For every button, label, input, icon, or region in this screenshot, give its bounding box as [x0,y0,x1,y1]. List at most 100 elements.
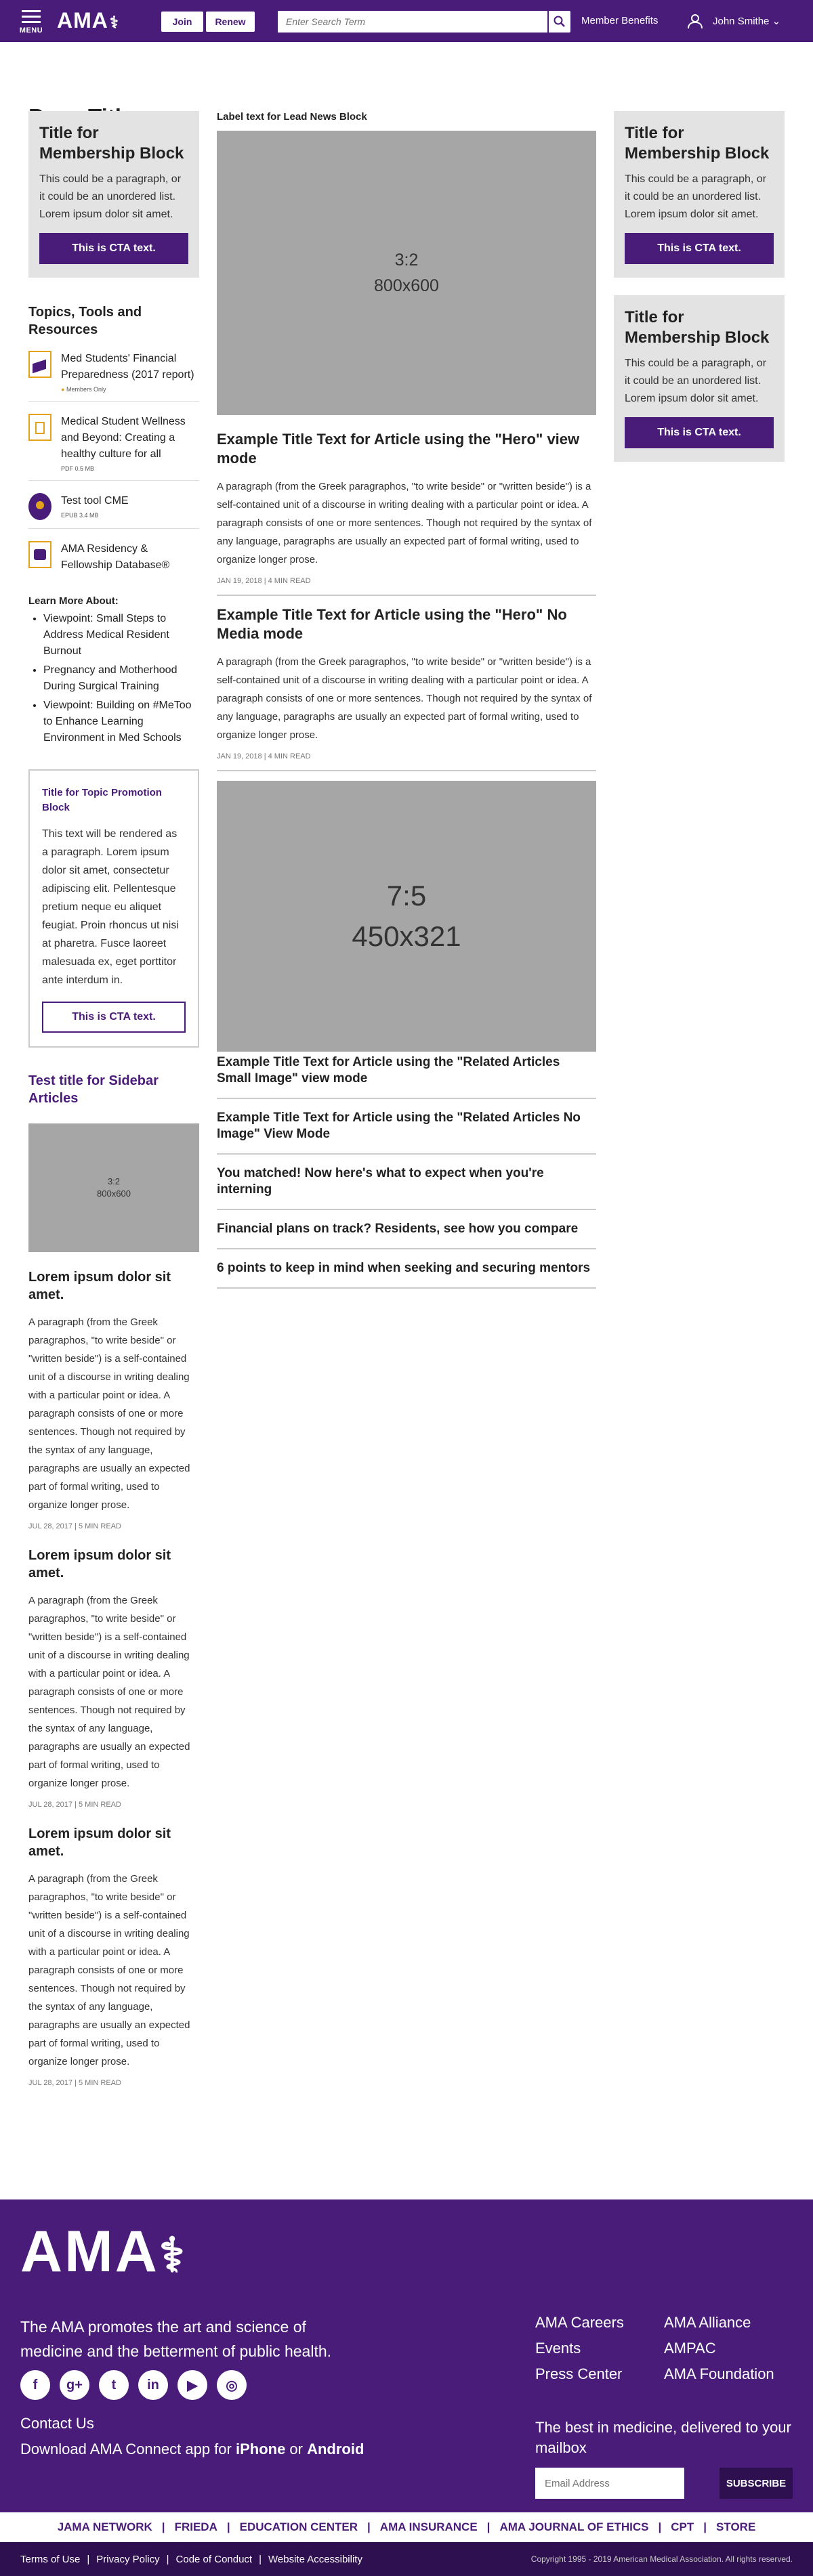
membership-title: Title for Membership Block [625,308,770,347]
related-article[interactable]: Example Title Text for Article using the… [217,1052,596,1099]
brand-link[interactable]: AMA JOURNAL OF ETHICS [499,2520,648,2534]
footer-link[interactable]: Press Center [535,2365,664,2384]
top-navigation-bar: MENU AMA⚕ Join Renew Member Benefits Joh… [0,0,813,42]
contact-us-link[interactable]: Contact Us [20,2415,94,2432]
sidebar-article-title[interactable]: Lorem ipsum dolor sit amet. [28,1825,199,1860]
user-name: John Smithe [713,16,770,27]
menu-button[interactable]: MENU [19,7,43,35]
user-icon[interactable] [687,13,703,29]
cme-badge-icon [28,493,51,520]
search-input[interactable] [278,11,547,33]
tool-title: Med Students' Financial Preparedness (20… [61,353,194,381]
google-plus-icon[interactable]: g+ [60,2370,89,2400]
tool-item[interactable]: Med Students' Financial Preparedness (20… [28,351,199,402]
main-column: Label text for Lead News Block 3:2 800x6… [217,111,596,1289]
footer-link[interactable]: Events [535,2339,664,2358]
copyright-text: Copyright 1995 - 2019 American Medical A… [530,2554,793,2564]
youtube-icon[interactable]: ▶ [178,2370,207,2400]
legal-link[interactable]: Terms of Use [20,2554,80,2565]
image-size: 800x600 [374,276,439,295]
hero-article-date: JAN 19, 2018 | 4 MIN READ [217,577,311,585]
hero-article: Example Title Text for Article using the… [217,430,596,585]
related-image-placeholder[interactable]: 7:5 450x321 [217,781,596,1052]
separator: | [658,2520,662,2533]
brand-link[interactable]: JAMA NETWORK [58,2520,152,2534]
hero-image-placeholder[interactable]: 3:2 800x600 [217,131,596,415]
twitter-icon[interactable]: t [99,2370,129,2400]
iphone-link[interactable]: iPhone [236,2441,285,2457]
tool-meta: EPUB 3.4 MB [61,512,99,519]
footer-logo[interactable]: AMA⚕ [20,2218,187,2285]
sidebar-article-title[interactable]: Lorem ipsum dolor sit amet. [28,1547,199,1582]
download-or: or [285,2441,308,2457]
member-benefits-link[interactable]: Member Benefits [581,15,658,26]
sidebar-article-title[interactable]: Lorem ipsum dolor sit amet. [28,1268,199,1304]
subscribe-button[interactable]: SUBSCRIBE [720,2468,793,2499]
related-article[interactable]: Financial plans on track? Residents, see… [217,1210,596,1249]
user-name-link[interactable]: John Smithe ⌄ [713,15,780,27]
footer-link[interactable]: AMA Careers [535,2313,664,2332]
join-button[interactable]: Join [161,12,203,32]
hero-article-text: A paragraph (from the Greek paragraphos,… [217,481,592,565]
search-bar [278,11,570,33]
tool-item[interactable]: Test tool CME EPUB 3.4 MB [28,493,199,529]
sidebar-image-placeholder[interactable]: 3:2 800x600 [28,1123,199,1252]
separator: | [486,2520,491,2533]
brand-link[interactable]: FRIEDA [175,2520,217,2534]
social-links: f g+ t in ▶ ◎ [20,2370,247,2400]
tool-meta: ● Members Only [61,386,199,393]
tool-item[interactable]: AMA Residency & Fellowship Database® [28,541,199,582]
tool-title: Test tool CME [61,495,129,507]
related-article[interactable]: Example Title Text for Article using the… [217,1099,596,1155]
caduceus-icon: ⚕ [109,14,119,32]
caduceus-icon: ⚕ [159,2229,187,2281]
related-article[interactable]: You matched! Now here's what to expect w… [217,1155,596,1210]
topic-promotion-block: Title for Topic Promotion Block This tex… [28,769,199,1048]
brand-link[interactable]: STORE [716,2520,755,2534]
ama-logo[interactable]: AMA⚕ [57,8,119,33]
footer-link[interactable]: AMA Foundation [664,2365,793,2384]
tool-item[interactable]: Medical Student Wellness and Beyond: Cre… [28,414,199,481]
linkedin-icon[interactable]: in [138,2370,168,2400]
android-link[interactable]: Android [307,2441,364,2457]
members-only-icon [28,351,51,378]
hero-article-date: JAN 19, 2018 | 4 MIN READ [217,752,311,760]
learn-more-link[interactable]: Viewpoint: Small Steps to Address Medica… [43,611,199,660]
search-button[interactable] [547,11,570,33]
brand-links-bar: JAMA NETWORK | FRIEDA | EDUCATION CENTER | … [0,2512,813,2542]
legal-link[interactable]: Privacy Policy [96,2554,159,2565]
brand-link[interactable]: EDUCATION CENTER [240,2520,358,2534]
divider [217,595,596,596]
newsletter-email-input[interactable] [535,2468,684,2499]
lock-icon: ● [61,386,65,393]
promo-title: Title for Topic Promotion Block [42,787,162,813]
sidebar-articles-title: Test title for Sidebar Articles [28,1073,159,1106]
membership-cta-button[interactable]: This is CTA text. [625,417,774,448]
brand-link[interactable]: AMA INSURANCE [380,2520,478,2534]
membership-cta-button[interactable]: This is CTA text. [39,233,188,264]
membership-block: Title for Membership Block This could be… [28,111,199,278]
membership-title: Title for Membership Block [625,124,770,163]
related-article-title: Example Title Text for Article using the… [217,1055,560,1086]
image-ratio: 3:2 [394,251,419,270]
instagram-icon[interactable]: ◎ [217,2370,247,2400]
facebook-icon[interactable]: f [20,2370,50,2400]
learn-more-link[interactable]: Viewpoint: Building on #MeToo to Enhance… [43,697,199,746]
related-article-title: 6 points to keep in mind when seeking an… [217,1261,591,1275]
hero-article-text: A paragraph (from the Greek paragraphos,… [217,656,592,741]
learn-more-link[interactable]: Pregnancy and Motherhood During Surgical… [43,662,199,695]
tool-meta-text: Members Only [66,386,106,393]
legal-link[interactable]: Website Accessibility [268,2554,362,2565]
brand-link[interactable]: CPT [671,2520,694,2534]
promo-cta-button[interactable]: This is CTA text. [42,1002,186,1033]
hero-article-title[interactable]: Example Title Text for Article using the… [217,605,596,643]
membership-cta-button[interactable]: This is CTA text. [625,233,774,264]
related-article[interactable]: 6 points to keep in mind when seeking an… [217,1249,596,1289]
legal-link[interactable]: Code of Conduct [176,2554,253,2565]
hero-article-title[interactable]: Example Title Text for Article using the… [217,430,596,468]
newsletter-text: The best in medicine, delivered to your … [535,2419,791,2456]
footer-link[interactable]: AMPAC [664,2339,793,2358]
membership-text: This could be a paragraph, or it could b… [625,173,767,220]
footer-link[interactable]: AMA Alliance [664,2313,793,2332]
renew-button[interactable]: Renew [206,12,255,32]
